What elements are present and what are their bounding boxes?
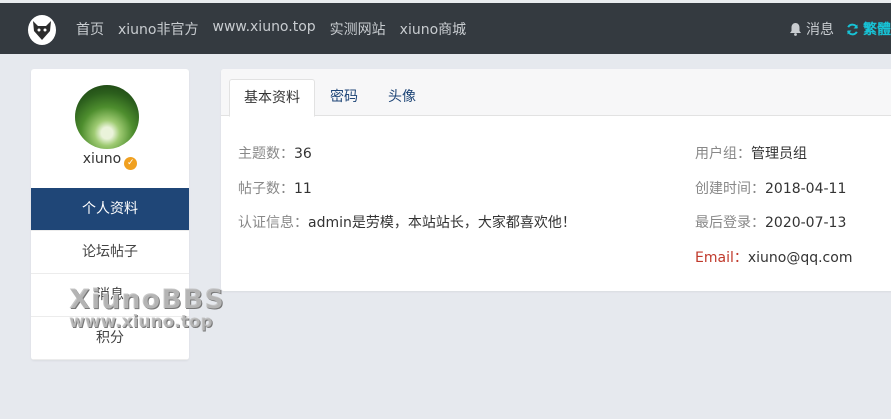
username: xiuno ✓ [31, 151, 189, 170]
menu-item-profile[interactable]: 个人资料 [31, 188, 189, 231]
created-time: 创建时间：2018-04-11 [695, 178, 846, 198]
info-value: admin是劳模，本站站长，大家都喜欢他！ [308, 215, 576, 231]
info-value: 36 [294, 146, 312, 162]
email: Email：xiuno@qq.com [695, 247, 852, 267]
messages-link[interactable]: 消息 [789, 19, 834, 39]
profile-panel: 基本资料 密码 头像 主题数：36 帖子数：11 认证信息：admin是劳模，本… [221, 69, 891, 291]
nav-test-site[interactable]: 实测网站 [330, 19, 386, 39]
refresh-icon [847, 23, 858, 35]
verified-badge-icon: ✓ [124, 157, 138, 170]
last-login: 最后登录：2020-07-13 [695, 212, 846, 232]
info-value: 2020-07-13 [765, 215, 847, 231]
fox-logo-icon [33, 21, 51, 40]
bell-icon [790, 23, 801, 36]
user-group: 用户组：管理员组 [695, 143, 807, 163]
nav-xiuno-shop[interactable]: xiuno商城 [400, 19, 467, 39]
info-value: 2018-04-11 [765, 181, 847, 197]
language-switch[interactable]: 繁體 [846, 19, 891, 39]
tab-avatar[interactable]: 头像 [374, 79, 430, 117]
nav-xiuno-unofficial[interactable]: xiuno非官方 [118, 19, 199, 39]
post-count: 帖子数：11 [238, 178, 312, 198]
tab-basic-info[interactable]: 基本资料 [229, 79, 315, 117]
topic-count: 主题数：36 [238, 143, 312, 163]
language-label: 繁體 [863, 22, 891, 38]
menu-item-posts[interactable]: 论坛帖子 [31, 231, 189, 274]
menu-item-credits[interactable]: 积分 [31, 317, 189, 360]
top-nav-right: 消息 繁體 [789, 19, 891, 39]
info-key: 帖子数： [238, 181, 294, 197]
info-value: xiuno@qq.com [747, 250, 853, 266]
profile-sidebar: xiuno ✓ 个人资料 论坛帖子 消息 积分 [31, 69, 189, 360]
info-key: Email： [695, 250, 748, 266]
info-key: 最后登录： [695, 215, 765, 231]
username-text: xiuno [82, 151, 122, 167]
info-key: 主题数： [238, 146, 294, 162]
nav-home[interactable]: 首页 [76, 19, 104, 39]
info-key: 创建时间： [695, 181, 765, 197]
info-value: 管理员组 [751, 146, 807, 162]
avatar[interactable] [75, 85, 139, 149]
top-nav: 首页 xiuno非官方 www.xiuno.top 实测网站 xiuno商城 [76, 19, 466, 39]
top-navbar: 首页 xiuno非官方 www.xiuno.top 实测网站 xiuno商城 消… [0, 0, 891, 54]
info-key: 用户组： [695, 146, 751, 162]
info-key: 认证信息： [238, 215, 308, 231]
info-value: 11 [294, 181, 312, 197]
nav-xiuno-top[interactable]: www.xiuno.top [213, 19, 316, 39]
messages-label: 消息 [806, 22, 834, 38]
tab-password[interactable]: 密码 [316, 79, 372, 117]
verification-info: 认证信息：admin是劳模，本站站长，大家都喜欢他！ [238, 212, 576, 232]
menu-item-messages[interactable]: 消息 [31, 274, 189, 317]
site-logo[interactable] [28, 15, 56, 45]
profile-menu: 个人资料 论坛帖子 消息 积分 [31, 188, 189, 360]
tab-bar: 基本资料 密码 头像 [221, 69, 891, 117]
